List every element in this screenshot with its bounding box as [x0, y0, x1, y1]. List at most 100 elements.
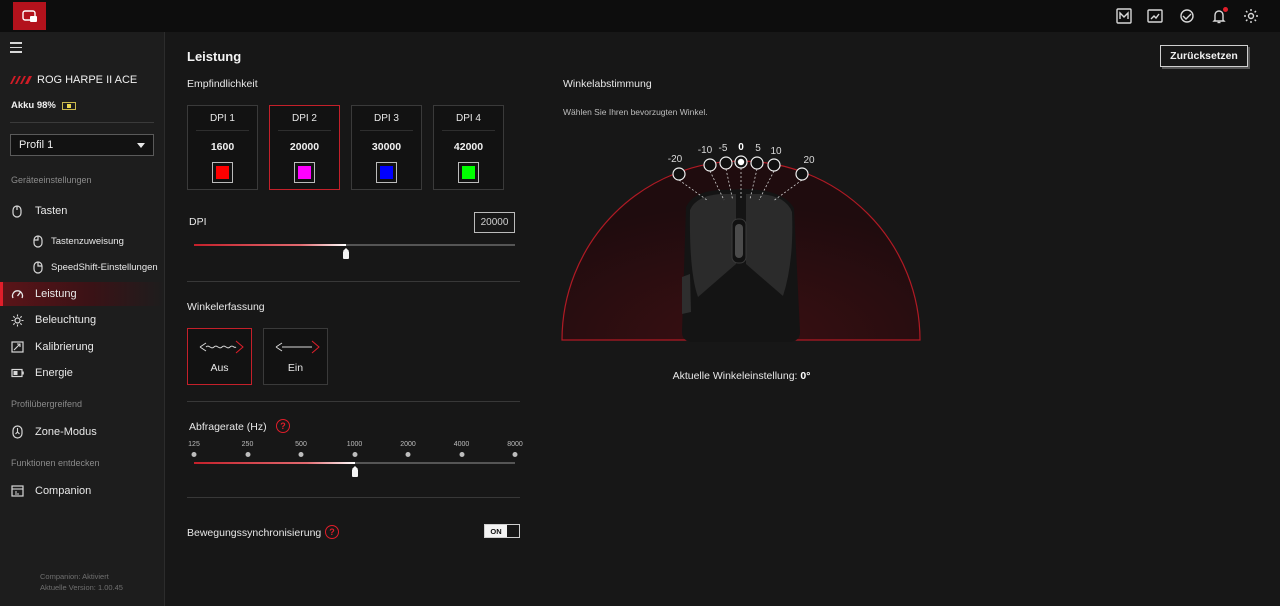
- polling-rate-thumb[interactable]: [351, 466, 358, 477]
- dpi-color-picker[interactable]: [212, 162, 233, 183]
- angle-option[interactable]: [767, 158, 781, 172]
- bell-icon[interactable]: [1210, 7, 1228, 25]
- gauge-icon: [10, 287, 24, 301]
- polling-rate-tick[interactable]: [191, 452, 197, 457]
- sidebar-item-label: Companion: [35, 485, 92, 497]
- mouse-top-view-icon: [682, 189, 800, 342]
- sidebar: ROG HARPE II ACE Akku 98% Profil 1 Gerät…: [0, 32, 165, 606]
- sidebar-item-beleuchtung[interactable]: Beleuchtung: [0, 308, 164, 332]
- page-title: Leistung: [187, 49, 242, 64]
- section-device-settings: Geräteeinstellungen: [11, 175, 92, 185]
- polling-rate-tick[interactable]: [298, 452, 304, 457]
- sidebar-item-label: Leistung: [35, 288, 77, 300]
- macro-icon[interactable]: [1115, 7, 1133, 25]
- polling-rate-option-label[interactable]: 2000: [400, 441, 416, 448]
- angle-snapping-title: Winkelerfassung: [187, 301, 265, 313]
- reset-button[interactable]: Zurücksetzen: [1160, 45, 1248, 67]
- divider: [187, 281, 520, 282]
- sidebar-item-label: Zone-Modus: [35, 426, 97, 438]
- battery-icon: [10, 366, 24, 380]
- angle-tuning-diagram: -20 -10 -5 0 5 10 20: [561, 142, 921, 342]
- angle-option[interactable]: [703, 158, 717, 172]
- section-cross-profile: Profilübergreifend: [11, 399, 83, 409]
- dpi-stage-value: 1600: [210, 141, 235, 153]
- companion-status: Companion: Aktiviert: [40, 572, 109, 581]
- polling-rate-slider[interactable]: [194, 462, 515, 464]
- dpi-stage-4[interactable]: DPI 4 42000: [433, 105, 504, 190]
- app-logo-icon[interactable]: [13, 2, 46, 30]
- sensitivity-title: Empfindlichkeit: [187, 78, 258, 90]
- angle-snapping-off[interactable]: Aus: [187, 328, 252, 385]
- motion-sync-toggle[interactable]: ON: [484, 524, 520, 538]
- color-swatch: [298, 166, 311, 179]
- notification-dot: [1223, 7, 1228, 12]
- sidebar-item-companion[interactable]: Companion: [0, 479, 164, 503]
- profile-select[interactable]: Profil 1: [10, 134, 154, 156]
- angle-snapping-on[interactable]: Ein: [263, 328, 328, 385]
- polling-rate-tick[interactable]: [459, 452, 464, 457]
- polling-rate-tick[interactable]: [405, 452, 411, 457]
- help-icon[interactable]: ?: [325, 525, 339, 539]
- dpi-color-picker[interactable]: [376, 162, 397, 183]
- dpi-stage-3[interactable]: DPI 3 30000: [351, 105, 422, 190]
- color-swatch: [380, 166, 393, 179]
- toggle-state: ON: [485, 525, 507, 537]
- polling-rate-tick[interactable]: [512, 452, 518, 457]
- version-text: Aktuelle Version: 1.00.45: [40, 583, 123, 592]
- mouse-button-icon: [31, 234, 45, 248]
- angle-option[interactable]: [750, 156, 764, 170]
- dpi-slider[interactable]: [194, 244, 515, 246]
- calibration-icon: [10, 340, 24, 354]
- angle-option[interactable]: [672, 167, 686, 181]
- dpi-stage-value: 42000: [453, 141, 484, 153]
- sidebar-item-energie[interactable]: Energie: [0, 361, 164, 385]
- rog-logo-icon: [10, 76, 32, 84]
- sidebar-item-tasten[interactable]: Tasten: [0, 199, 164, 223]
- dpi-value-input[interactable]: 20000: [474, 212, 515, 233]
- sidebar-item-leistung[interactable]: Leistung: [0, 282, 164, 306]
- mouse-icon: [10, 204, 24, 218]
- angle-option-label: 20: [803, 155, 815, 166]
- angle-option[interactable]: [719, 156, 733, 170]
- main-panel: Leistung Zurücksetzen Empfindlichkeit DP…: [166, 32, 1280, 606]
- dpi-stage-1[interactable]: DPI 1 1600: [187, 105, 258, 190]
- current-angle-readout: Aktuelle Winkeleinstellung: 0°: [563, 370, 920, 382]
- sync-icon[interactable]: [1178, 7, 1196, 25]
- sidebar-item-speedshift[interactable]: SpeedShift-Einstellungen: [0, 255, 164, 279]
- sidebar-item-label: Energie: [35, 367, 73, 379]
- angle-option-label: -10: [698, 145, 713, 156]
- polling-rate-fill: [194, 462, 355, 464]
- angle-option[interactable]: [795, 167, 809, 181]
- dpi-stage-label: DPI 4: [455, 113, 481, 124]
- dpi-slider-label: DPI: [189, 216, 207, 228]
- polling-rate-option-label[interactable]: 250: [242, 441, 254, 448]
- dpi-slider-thumb[interactable]: [343, 248, 350, 259]
- angle-tuning-subtitle: Wählen Sie Ihren bevorzugten Winkel.: [563, 107, 708, 117]
- current-angle-label: Aktuelle Winkeleinstellung:: [672, 370, 798, 382]
- polling-rate-option-label[interactable]: 4000: [454, 441, 470, 448]
- help-icon[interactable]: ?: [276, 419, 290, 433]
- polling-rate-option-label[interactable]: 125: [188, 441, 200, 448]
- sidebar-item-zone-modus[interactable]: Zone-Modus: [0, 420, 164, 444]
- gear-icon[interactable]: [1242, 7, 1260, 25]
- color-swatch: [216, 166, 229, 179]
- display-icon[interactable]: [1146, 7, 1164, 25]
- straight-line-icon: [275, 340, 320, 354]
- polling-rate-option-label[interactable]: 8000: [507, 441, 523, 448]
- polling-rate-option-label[interactable]: 500: [295, 441, 307, 448]
- dpi-color-picker[interactable]: [294, 162, 315, 183]
- companion-icon: [10, 484, 24, 498]
- menu-icon[interactable]: [10, 42, 24, 54]
- polling-rate-tick[interactable]: [352, 452, 357, 457]
- polling-rate-tick[interactable]: [245, 452, 250, 457]
- mouse-button-icon: [31, 260, 45, 274]
- sidebar-item-tastenzuweisung[interactable]: Tastenzuweisung: [0, 229, 164, 253]
- divider: [10, 122, 154, 123]
- angle-snapping-off-label: Aus: [210, 362, 229, 374]
- dpi-stage-value: 30000: [371, 141, 402, 153]
- dpi-color-picker[interactable]: [458, 162, 479, 183]
- polling-rate-option-label[interactable]: 1000: [347, 441, 363, 448]
- sidebar-item-kalibrierung[interactable]: Kalibrierung: [0, 335, 164, 359]
- dpi-stage-2[interactable]: DPI 2 20000: [269, 105, 340, 190]
- sidebar-item-label: Tasten: [35, 205, 68, 217]
